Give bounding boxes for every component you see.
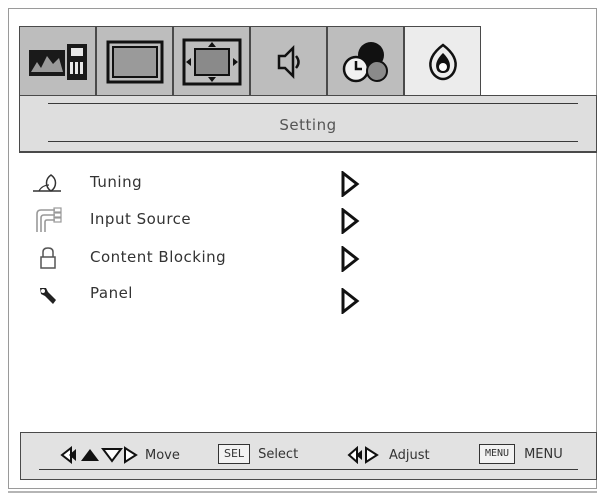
arrow-right-icon [340,244,360,276]
speaker-icon [269,42,309,82]
setting-tab[interactable] [404,26,481,96]
header-rule-top [48,103,578,104]
arrow-right-icon [340,286,360,318]
move-label: Move [145,447,180,463]
menu-item-panel[interactable]: Panel [30,282,380,316]
legend-adjust: Adjust [347,446,430,464]
menu-label: MENU [524,446,563,462]
display-adjust-icon [181,37,243,87]
select-label: Select [258,446,299,462]
time-tab[interactable] [327,26,404,96]
left-right-icon [347,446,379,464]
lock-icon [30,244,66,272]
wrench-icon [30,282,66,310]
menu-item-label: Content Blocking [90,248,227,266]
picture-icon [27,42,89,82]
clock-icon [339,39,393,85]
menu-item-label: Panel [90,284,133,302]
page-title: Setting [279,116,337,134]
screen-icon [105,39,165,85]
audio-tab[interactable] [250,26,327,96]
setting-icon [425,42,461,82]
bottom-rule [8,491,597,493]
menu-item-label: Input Source [90,210,192,228]
display-tab[interactable] [173,26,250,96]
adjust-label: Adjust [389,447,430,463]
arrow-keys-icon [60,446,138,464]
header-rule-bottom [48,141,578,142]
screen-tab[interactable] [96,26,173,96]
input-cable-icon [30,206,66,234]
footer-rule [39,469,578,470]
sel-key: SEL [218,444,251,464]
antenna-icon [30,169,66,197]
section-header: Setting [19,95,597,153]
picture-tab[interactable] [19,26,96,96]
menu-item-label: Tuning [90,173,143,191]
legend-move: Move [59,446,180,464]
arrow-right-icon [340,206,360,238]
menu-item-input-source[interactable]: Input Source [30,206,380,236]
arrow-right-icon [340,169,360,201]
menu-item-content-blocking[interactable]: Content Blocking [30,244,380,274]
legend-menu: MENU MENU [479,444,563,464]
control-legend: Move SEL Select Adjust MENU MENU [20,432,597,480]
menu-key: MENU [479,444,516,464]
menu-item-tuning[interactable]: Tuning [30,169,380,199]
legend-select: SEL Select [218,444,298,464]
